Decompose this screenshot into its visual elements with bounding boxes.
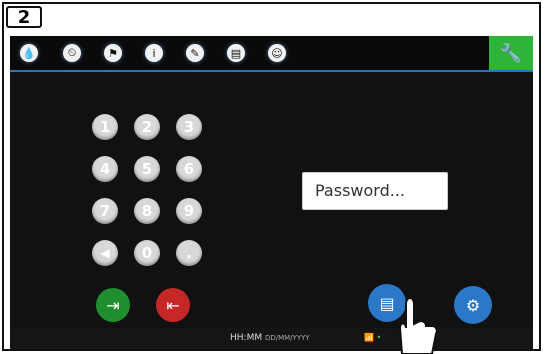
water-drop-icon[interactable]: 💧 (20, 44, 38, 62)
login-door-icon[interactable]: ⇥ (96, 288, 130, 322)
key-0[interactable]: 0 (134, 240, 160, 266)
key-2[interactable]: 2 (134, 114, 160, 140)
flag-icon[interactable]: ⚑ (104, 44, 122, 62)
key-4[interactable]: 4 (92, 156, 118, 182)
time-date: HH:MM DD/MM/YYYY (230, 333, 310, 343)
logout-door-icon[interactable]: ⇤ (156, 288, 190, 322)
key-1[interactable]: 1 (92, 114, 118, 140)
key-5[interactable]: 5 (134, 156, 160, 182)
pointing-hand-icon (398, 297, 438, 354)
user-icon[interactable]: ☺ (268, 44, 286, 62)
key-dot[interactable]: . (176, 240, 202, 266)
status-icons: 📶 • (364, 333, 382, 342)
backspace-key[interactable]: ◀ (92, 240, 118, 266)
key-7[interactable]: 7 (92, 198, 118, 224)
pencil-icon[interactable]: ✎ (186, 44, 204, 62)
key-8[interactable]: 8 (134, 198, 160, 224)
password-field[interactable]: Password... (302, 172, 448, 210)
key-9[interactable]: 9 (176, 198, 202, 224)
time-text: HH:MM (230, 333, 263, 343)
status-bar: HH:MM DD/MM/YYYY 📶 • (10, 328, 533, 349)
key-3[interactable]: 3 (176, 114, 202, 140)
top-toolbar: 💧 ⏲ ⚑ i ✎ ▤ ☺ 🔧 (10, 36, 533, 72)
key-6[interactable]: 6 (176, 156, 202, 182)
user-settings-icon[interactable]: ⚙ (454, 286, 492, 324)
date-text: DD/MM/YYYY (264, 334, 310, 342)
device-screen: 💧 ⏲ ⚑ i ✎ ▤ ☺ 🔧 1 2 3 4 5 6 7 8 9 ◀ 0 . … (10, 36, 533, 349)
clock-icon[interactable]: ⏲ (63, 44, 81, 62)
step-badge: 2 (6, 6, 42, 28)
document-icon[interactable]: ▤ (227, 44, 245, 62)
wrench-icon[interactable]: 🔧 (489, 36, 533, 70)
info-icon[interactable]: i (145, 44, 163, 62)
